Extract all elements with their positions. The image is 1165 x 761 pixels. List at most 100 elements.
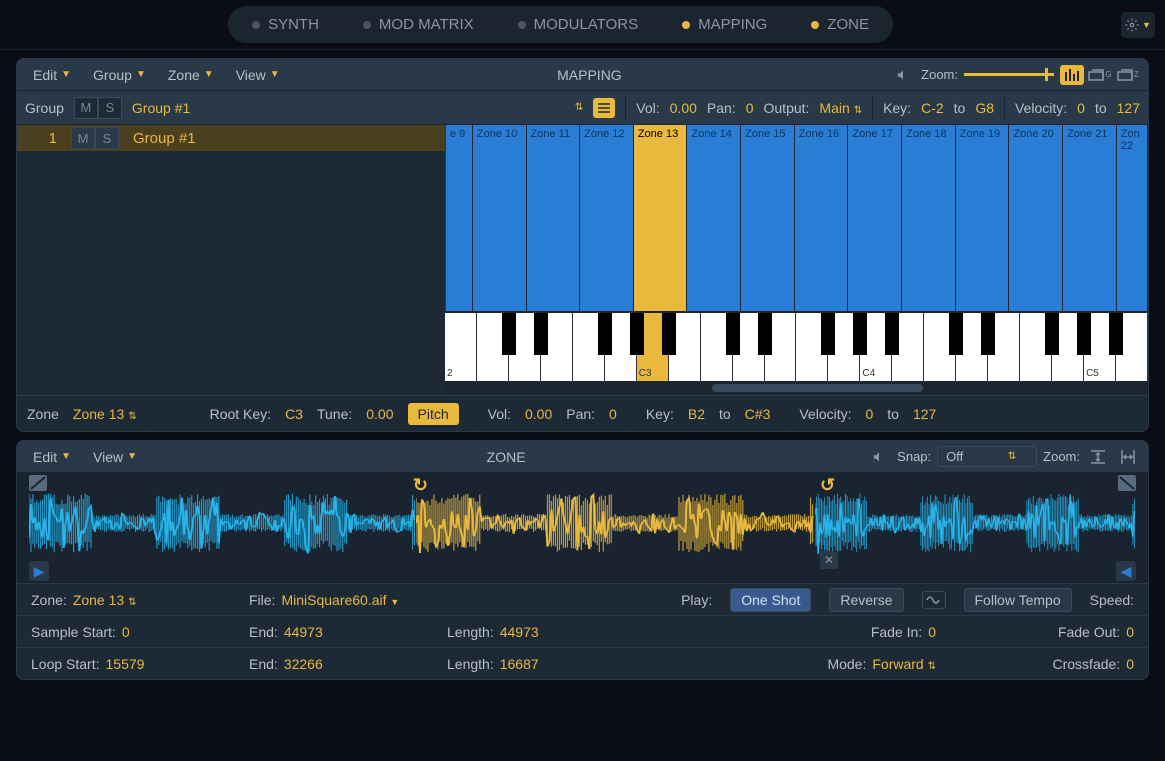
zone-column[interactable]: Zone 12 — [580, 125, 634, 311]
black-key[interactable] — [502, 313, 516, 355]
black-key[interactable] — [758, 313, 772, 355]
zoom-fit-vert[interactable] — [1086, 447, 1110, 467]
view-menu[interactable]: View▼ — [228, 63, 288, 87]
zone-vel-low[interactable]: 0 — [866, 406, 874, 422]
black-key[interactable] — [853, 313, 867, 355]
tab-zone[interactable]: ZONE — [789, 8, 891, 41]
black-key[interactable] — [1109, 313, 1123, 355]
view-mode-bars[interactable] — [1060, 65, 1084, 85]
zone-column[interactable]: Zone 20 — [1009, 125, 1063, 311]
group-name-selector[interactable]: Group #1 — [132, 100, 190, 116]
zone-grid[interactable]: e 9Zone 10Zone 11Zone 12Zone 13Zone 14Zo… — [445, 125, 1148, 311]
file-selector[interactable]: MiniSquare60.aif ▼ — [281, 592, 399, 608]
reverse-button[interactable]: Reverse — [829, 588, 903, 612]
mute-button[interactable]: M — [74, 97, 98, 119]
zone-key-high[interactable]: C#3 — [745, 406, 771, 422]
black-key[interactable] — [662, 313, 676, 355]
black-key[interactable] — [630, 313, 644, 355]
zone-column[interactable]: Zone 16 — [795, 125, 849, 311]
zone-column[interactable]: Zone 15 — [741, 125, 795, 311]
pan-value[interactable]: 0 — [746, 100, 754, 116]
zone-view-menu[interactable]: View▼ — [85, 445, 145, 469]
zone-selector[interactable]: Zone 13 ⇅ — [73, 406, 137, 422]
next-marker[interactable]: ◀ — [1116, 561, 1136, 581]
zone-column[interactable]: Zone 10 — [473, 125, 527, 311]
speaker-button[interactable] — [891, 65, 915, 85]
vel-low[interactable]: 0 — [1077, 100, 1085, 116]
crossfade[interactable]: 0 — [1126, 656, 1134, 672]
black-key[interactable] — [1045, 313, 1059, 355]
black-key[interactable] — [821, 313, 835, 355]
row-solo[interactable]: S — [95, 127, 119, 149]
solo-button[interactable]: S — [98, 97, 122, 119]
loop-length[interactable]: 16687 — [500, 656, 539, 672]
follow-tempo-button[interactable]: Follow Tempo — [964, 588, 1072, 612]
zone-column[interactable]: Zone 21 — [1063, 125, 1117, 311]
key-low[interactable]: C-2 — [921, 100, 944, 116]
black-key[interactable] — [949, 313, 963, 355]
black-key[interactable] — [1077, 313, 1091, 355]
zone-key-low[interactable]: B2 — [688, 406, 705, 422]
fade-out-handle[interactable] — [1118, 475, 1136, 491]
sample-start[interactable]: 0 — [122, 624, 130, 640]
zone-speaker-button[interactable] — [867, 447, 891, 467]
flex-button[interactable] — [922, 591, 946, 609]
view-mode-group[interactable]: G — [1088, 65, 1112, 85]
group-row[interactable]: 1 M S Group #1 — [17, 125, 445, 151]
black-key[interactable] — [981, 313, 995, 355]
waveform-display[interactable]: ↻ ↺ ✕ ▶ ◀ — [17, 473, 1148, 583]
zone-column[interactable]: Zone 13 — [634, 125, 688, 311]
zone-edit-menu[interactable]: Edit▼ — [25, 445, 79, 469]
zoom-slider[interactable] — [964, 73, 1054, 76]
group-menu[interactable]: Group▼ — [85, 63, 154, 87]
vol-value[interactable]: 0.00 — [670, 100, 697, 116]
zone-column[interactable]: Zon 22 — [1117, 125, 1148, 311]
black-key[interactable] — [598, 313, 612, 355]
loop-mode[interactable]: Forward ⇅ — [872, 656, 936, 672]
fade-in[interactable]: 0 — [928, 624, 936, 640]
pitch-button[interactable]: Pitch — [408, 403, 459, 425]
white-key[interactable]: 2 — [445, 313, 477, 381]
tab-modulators[interactable]: MODULATORS — [496, 8, 660, 41]
prev-marker[interactable]: ▶ — [29, 561, 49, 581]
snap-selector[interactable]: Off⇅ — [937, 446, 1037, 467]
fade-in-handle[interactable] — [29, 475, 47, 491]
root-key[interactable]: C3 — [285, 406, 303, 422]
zone-column[interactable]: Zone 11 — [527, 125, 581, 311]
view-mode-zone[interactable]: Z — [1116, 65, 1140, 85]
loop-start-marker[interactable]: ↻ — [413, 475, 428, 496]
zoom-fit-horiz[interactable] — [1116, 447, 1140, 467]
row-mute[interactable]: M — [71, 127, 95, 149]
zone-column[interactable]: Zone 18 — [902, 125, 956, 311]
loop-end-marker[interactable]: ↺ — [820, 475, 835, 496]
tab-mod-matrix[interactable]: MOD MATRIX — [341, 8, 496, 41]
black-key[interactable] — [885, 313, 899, 355]
tab-mapping[interactable]: MAPPING — [660, 8, 789, 41]
key-high[interactable]: G8 — [975, 100, 994, 116]
piano-keyboard[interactable]: 2C3C4C5 — [445, 311, 1148, 381]
list-view-button[interactable] — [593, 98, 615, 118]
horiz-scrollbar[interactable] — [445, 381, 1148, 395]
tab-synth[interactable]: SYNTH — [230, 8, 341, 41]
zone-pan[interactable]: 0 — [609, 406, 617, 422]
black-key[interactable] — [534, 313, 548, 355]
zone-column[interactable]: Zone 17 — [848, 125, 902, 311]
one-shot-button[interactable]: One Shot — [730, 588, 811, 612]
loop-end[interactable]: 32266 — [284, 656, 323, 672]
zone-column[interactable]: Zone 14 — [687, 125, 741, 311]
zone-column[interactable]: e 9 — [446, 125, 473, 311]
edit-menu[interactable]: Edit▼ — [25, 63, 79, 87]
zone-vel-high[interactable]: 127 — [913, 406, 936, 422]
tune-value[interactable]: 0.00 — [366, 406, 393, 422]
zone-vol[interactable]: 0.00 — [525, 406, 552, 422]
end-marker[interactable]: ✕ — [820, 551, 838, 569]
settings-button[interactable]: ▼ — [1121, 12, 1155, 38]
fade-out[interactable]: 0 — [1126, 624, 1134, 640]
loop-start[interactable]: 15579 — [106, 656, 145, 672]
vel-high[interactable]: 127 — [1117, 100, 1140, 116]
output-selector[interactable]: Main ⇅ — [819, 100, 862, 116]
sample-length[interactable]: 44973 — [500, 624, 539, 640]
zone-menu[interactable]: Zone▼ — [160, 63, 222, 87]
zone-column[interactable]: Zone 19 — [956, 125, 1010, 311]
zone-name-sel[interactable]: Zone 13 ⇅ — [73, 592, 137, 608]
